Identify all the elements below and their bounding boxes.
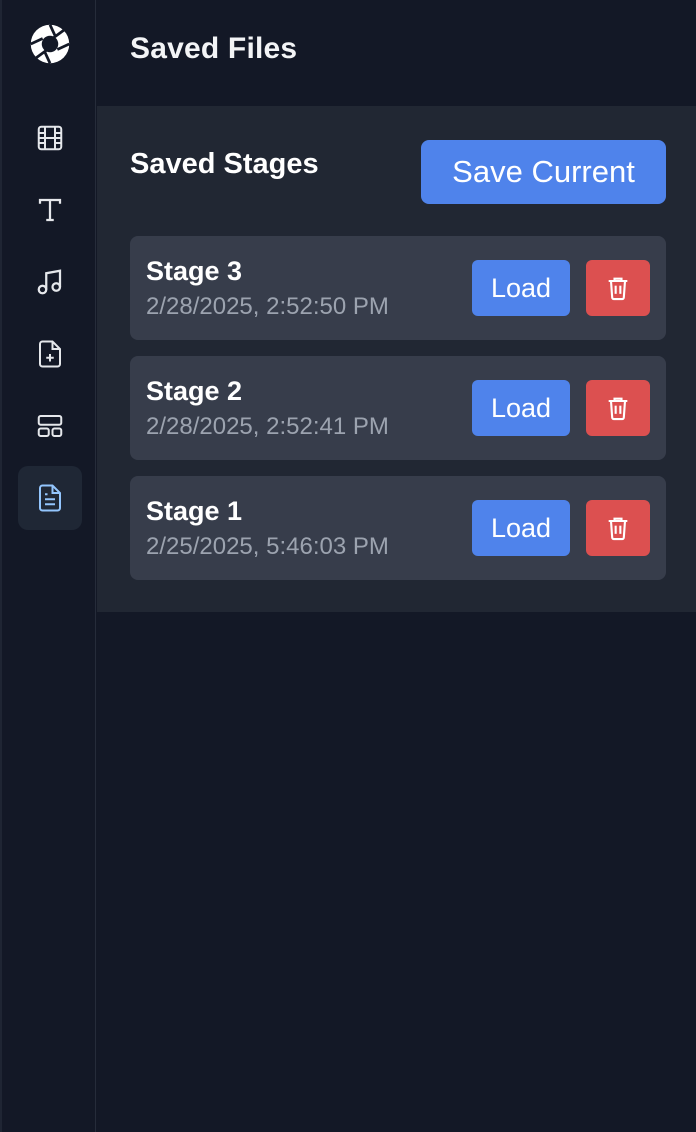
delete-button[interactable] (586, 260, 650, 316)
sidebar-item-layout[interactable] (18, 394, 82, 458)
save-current-button[interactable]: Save Current (421, 140, 666, 204)
stage-timestamp: 2/28/2025, 2:52:50 PM (146, 293, 389, 320)
header: Saved Files (97, 0, 696, 106)
stage-name: Stage 3 (146, 256, 243, 286)
delete-button[interactable] (586, 500, 650, 556)
page-title: Saved Files (130, 32, 298, 65)
delete-button[interactable] (586, 380, 650, 436)
sidebar (0, 0, 96, 1132)
sidebar-item-music[interactable] (18, 250, 82, 314)
stage-timestamp: 2/28/2025, 2:52:41 PM (146, 413, 389, 440)
aperture-logo-icon[interactable] (26, 20, 74, 68)
stage-name: Stage 2 (146, 376, 243, 406)
text-icon (38, 198, 62, 222)
trash-icon (608, 277, 628, 301)
load-button[interactable]: Load (472, 500, 570, 556)
list-item: Stage 1 2/25/2025, 5:46:03 PM Load (130, 476, 666, 580)
stage-name: Stage 1 (146, 496, 243, 526)
document-icon (39, 484, 61, 512)
saved-stages-panel: Saved Stages Save Current Stage 3 2/28/2… (97, 106, 696, 612)
list-item: Stage 2 2/28/2025, 2:52:41 PM Load (130, 356, 666, 460)
sidebar-item-film[interactable] (18, 106, 82, 170)
stage-timestamp: 2/25/2025, 5:46:03 PM (146, 533, 389, 560)
section-title: Saved Stages (130, 148, 319, 180)
layout-icon (37, 415, 63, 437)
trash-icon (608, 517, 628, 541)
load-button[interactable]: Load (472, 260, 570, 316)
file-plus-icon (39, 340, 61, 368)
stage-list: Stage 3 2/28/2025, 2:52:50 PM Load Stage… (130, 236, 666, 596)
list-item: Stage 3 2/28/2025, 2:52:50 PM Load (130, 236, 666, 340)
sidebar-item-documents[interactable] (18, 466, 82, 530)
trash-icon (608, 397, 628, 421)
sidebar-item-add-file[interactable] (18, 322, 82, 386)
music-note-icon (37, 269, 62, 295)
film-icon (37, 125, 63, 151)
load-button[interactable]: Load (472, 380, 570, 436)
sidebar-item-text[interactable] (18, 178, 82, 242)
